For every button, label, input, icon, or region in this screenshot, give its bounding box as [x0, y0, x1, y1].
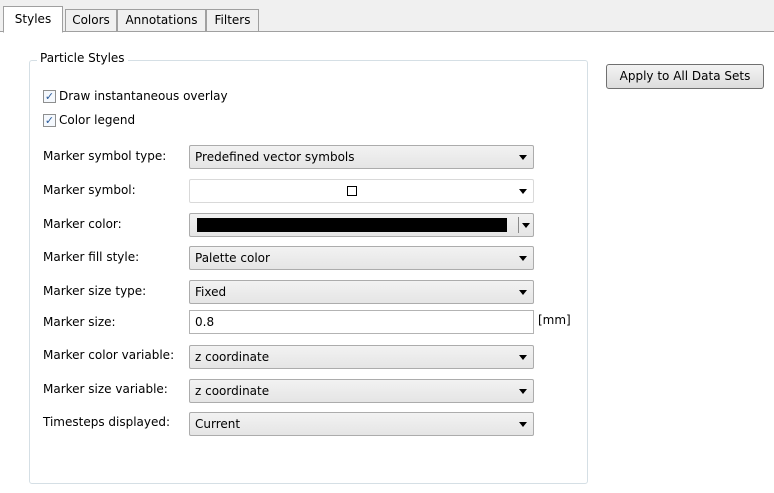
- tab-styles[interactable]: Styles: [3, 6, 63, 33]
- tab-annotations[interactable]: Annotations: [117, 9, 206, 31]
- checkbox-label: Draw instantaneous overlay: [59, 89, 228, 103]
- checkbox-check-icon[interactable]: ✓: [43, 89, 56, 103]
- marker-size-type-label: Marker size type:: [43, 284, 147, 298]
- marker-symbol-type-label: Marker symbol type:: [43, 149, 167, 163]
- marker-size-variable-label: Marker size variable:: [43, 382, 168, 396]
- marker-symbol-type-select[interactable]: Predefined vector symbols: [189, 145, 534, 169]
- select-value: Predefined vector symbols: [195, 150, 355, 164]
- marker-color-variable-select[interactable]: z coordinate: [189, 345, 534, 369]
- select-value: z coordinate: [195, 384, 270, 398]
- select-value: Current: [195, 417, 241, 431]
- marker-size-label: Marker size:: [43, 315, 116, 329]
- chevron-down-icon: [519, 256, 527, 261]
- chevron-down-icon: [519, 355, 527, 360]
- marker-symbol-select[interactable]: [189, 179, 534, 203]
- marker-color-select[interactable]: [189, 213, 534, 237]
- timesteps-displayed-label: Timesteps displayed:: [43, 415, 171, 429]
- marker-size-variable-select[interactable]: z coordinate: [189, 379, 534, 403]
- apply-to-all-button[interactable]: Apply to All Data Sets: [606, 64, 764, 89]
- draw-overlay-checkbox[interactable]: ✓ Draw instantaneous overlay: [43, 88, 228, 104]
- chevron-down-icon: [519, 155, 527, 160]
- checkbox-label: Color legend: [59, 113, 136, 127]
- chevron-down-icon: [522, 223, 530, 228]
- hollow-square-symbol-icon: [347, 186, 357, 196]
- checkbox-check-icon[interactable]: ✓: [43, 113, 56, 127]
- marker-color-variable-label: Marker color variable:: [43, 348, 175, 362]
- chevron-down-icon: [519, 422, 527, 427]
- marker-size-type-select[interactable]: Fixed: [189, 280, 534, 304]
- tab-strip: Styles Colors Annotations Filters: [0, 0, 774, 33]
- combo-divider: [518, 217, 519, 233]
- chevron-down-icon: [519, 189, 527, 194]
- select-value: Fixed: [195, 285, 227, 299]
- marker-fill-style-label: Marker fill style:: [43, 250, 140, 264]
- marker-size-input[interactable]: 0.8: [189, 310, 534, 334]
- marker-size-unit: [mm]: [538, 313, 571, 327]
- color-legend-checkbox[interactable]: ✓ Color legend: [43, 112, 135, 128]
- tab-strip-baseline: [0, 31, 774, 32]
- select-value: Palette color: [195, 251, 270, 265]
- color-swatch: [197, 218, 507, 232]
- chevron-down-icon: [519, 290, 527, 295]
- tab-colors[interactable]: Colors: [65, 9, 117, 31]
- marker-symbol-label: Marker symbol:: [43, 183, 136, 197]
- timesteps-displayed-select[interactable]: Current: [189, 412, 534, 436]
- chevron-down-icon: [519, 389, 527, 394]
- marker-fill-style-select[interactable]: Palette color: [189, 246, 534, 270]
- marker-color-label: Marker color:: [43, 217, 122, 231]
- select-value: z coordinate: [195, 350, 270, 364]
- group-title: Particle Styles: [37, 51, 128, 65]
- tab-filters[interactable]: Filters: [206, 9, 259, 31]
